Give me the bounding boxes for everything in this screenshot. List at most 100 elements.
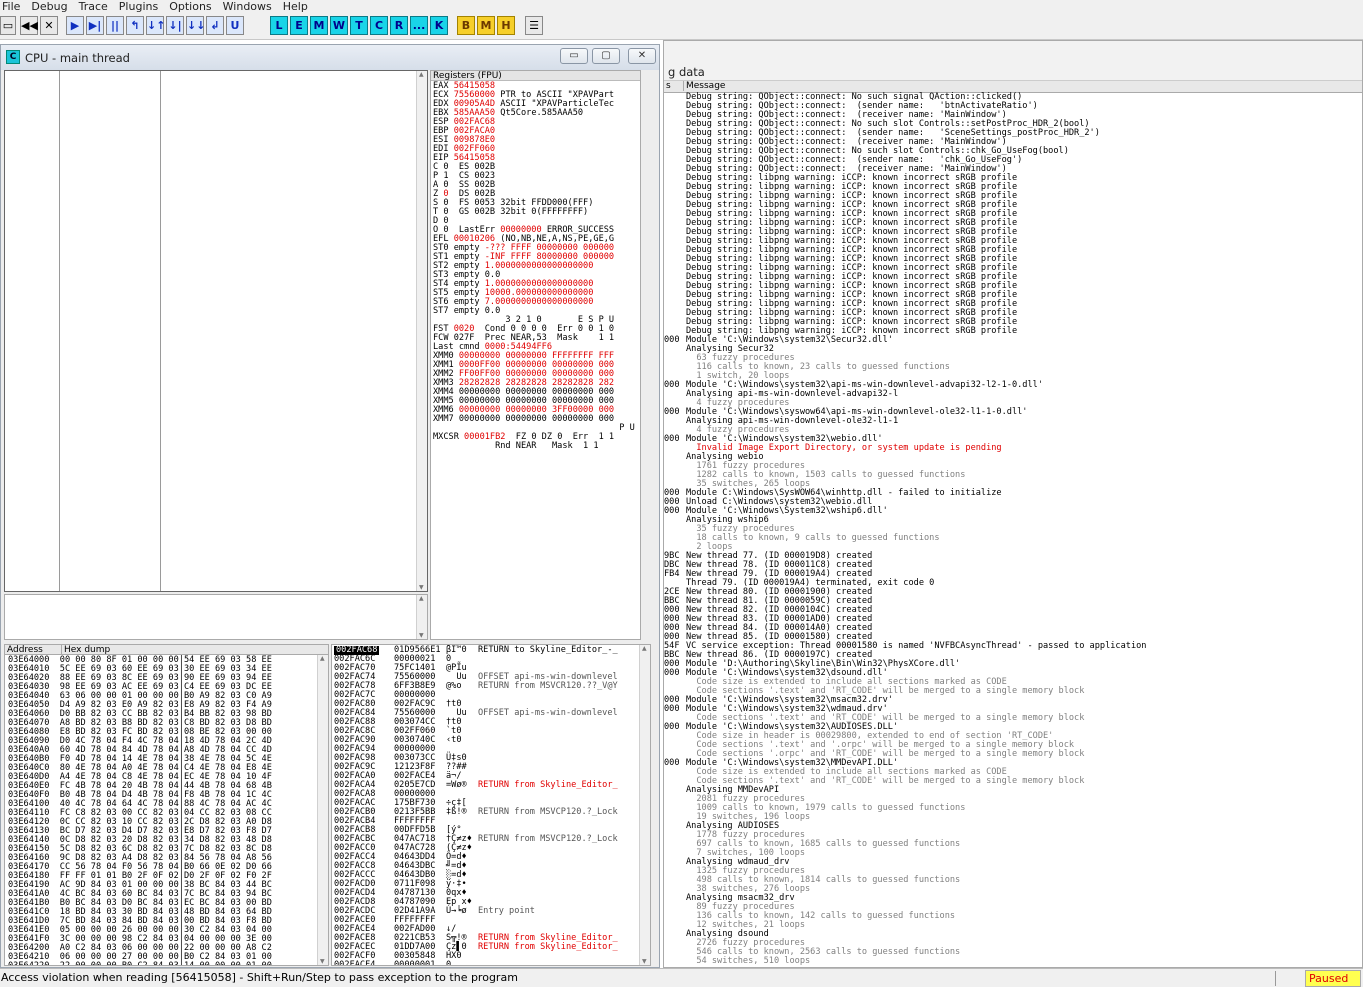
menu-plugins[interactable]: Plugins — [119, 1, 158, 12]
stack-row[interactable]: 002FAC94 00000000 — [334, 745, 650, 754]
log-message-header[interactable]: Message — [683, 81, 725, 91]
status-divider — [1275, 971, 1276, 986]
log-message: 54 switches, 510 loops — [686, 956, 811, 966]
pause-icon[interactable]: || — [106, 16, 124, 35]
stack-row[interactable]: 002FACF4 00000001 0 — [334, 961, 650, 966]
log-row[interactable]: 18 calls to known, 9 calls to guessed fu… — [664, 534, 1362, 543]
menu-debug[interactable]: Debug — [31, 1, 67, 12]
stack-row[interactable]: 002FACDC 02D41A9A Ú→╘ø Entry point — [334, 907, 650, 916]
call-stack-button[interactable]: K — [430, 16, 448, 35]
stack-row[interactable]: 002FACBC 047AC718 †Ç≠z♦ RETURN from MSVCP12… — [334, 835, 650, 844]
stack-value: 00000001 — [394, 960, 436, 966]
stack-ascii: =Wø® — [446, 780, 467, 790]
stack-comment: RETURN from MSVCP120.?_Lock — [478, 834, 618, 844]
minimize-button[interactable]: ▭ — [560, 48, 588, 64]
stack-comment: RETURN to Skyline_Editor_-_ — [478, 645, 618, 655]
log-address: 000 — [664, 758, 680, 768]
disassembly-scrollbar[interactable] — [416, 71, 427, 591]
log-row[interactable]: Invalid Image Export Directory, or syste… — [664, 444, 1362, 453]
stack-row[interactable]: 002FAC90 0030740C ‹t0 — [334, 736, 650, 745]
stack-row[interactable]: 002FACA8 00000000 — [334, 790, 650, 799]
menu-windows[interactable]: Windows — [223, 1, 272, 12]
execute-till-return-icon[interactable]: ↲ — [206, 16, 224, 35]
hex-column-header[interactable]: Hex dump — [61, 645, 110, 655]
menu-file[interactable]: File — [2, 1, 20, 12]
breakpoints-button[interactable]: B — [457, 16, 475, 35]
disassembly-pane[interactable] — [4, 70, 428, 592]
cpu-window-icon: C — [6, 50, 20, 64]
info-scrollbar[interactable] — [416, 595, 427, 639]
stack-comment: RETURN from MSVCR120.??_V@Y — [478, 681, 618, 691]
rewind-icon[interactable]: ◀◀ — [20, 16, 38, 35]
stack-scrollbar[interactable] — [639, 645, 650, 965]
registers-pane[interactable]: Registers (FPU) EAX 56415058 ECX 75560000… — [430, 70, 641, 640]
references-button[interactable]: R — [390, 16, 408, 35]
hardware-breakpoints-button[interactable]: H — [497, 16, 515, 35]
pause-step-icon[interactable]: ▶| — [86, 16, 104, 35]
hex-dump-pane[interactable]: Address Hex dump 03E64000 00 00 80 8F 01… — [4, 644, 329, 966]
stack-row[interactable]: 002FAC98 003073CC Ü‡s0 — [334, 754, 650, 763]
log-title-bar[interactable]: g data — [664, 41, 1362, 81]
open-icon[interactable]: ▭ — [0, 16, 16, 35]
stack-row[interactable]: 002FACB0 0213F5BB ‡ß!® RETURN from MSVCP120… — [334, 808, 650, 817]
stack-row[interactable]: 002FAC88 003074CC †t0 — [334, 718, 650, 727]
log-row[interactable]: 54 switches, 510 loops — [664, 957, 1362, 966]
threads-button[interactable]: T — [350, 16, 368, 35]
run-trace-button[interactable]: ... — [410, 16, 428, 35]
stack-comment: RETURN from Skyline_Editor_ — [478, 780, 618, 790]
stack-row[interactable]: 002FAC6C 00000021 0 — [334, 655, 650, 664]
log-address: 000 — [664, 434, 680, 444]
stack-row[interactable]: 002FACF0 00305848 HX0 — [334, 952, 650, 961]
stack-row[interactable]: 002FACEC 01DD7A00 Çz▌0 RETURN from Skyline_… — [334, 943, 650, 952]
memory-map-button[interactable]: M — [310, 16, 328, 35]
run-icon[interactable]: ▶ — [66, 16, 84, 35]
stack-row[interactable]: 002FACD4 04787130 0qx♦ — [334, 889, 650, 898]
stack-comment: Entry point — [478, 906, 535, 916]
hex-dump-body: 03E64000 00 00 80 8F 01 00 00 00|54 EE 6… — [5, 655, 328, 966]
log-window: g data s Message Debug string: QObject::… — [663, 40, 1363, 968]
cpu-title-bar[interactable]: C CPU - main thread ▭ ▢ ✕ — [1, 45, 659, 70]
close-button[interactable]: ✕ — [628, 48, 656, 64]
column-divider — [59, 71, 60, 591]
hex-row[interactable]: 03E64220 22 00 00 00 B0 C2 84 03|14 00 0… — [8, 962, 328, 966]
list-icon[interactable]: ☰ — [525, 16, 543, 35]
menu-help[interactable]: Help — [283, 1, 308, 12]
stack-row[interactable]: 002FACC4 04643DD4 Ô=d♦ — [334, 853, 650, 862]
stack-row[interactable]: 002FAC8C 002FF060 `t0 — [334, 727, 650, 736]
stack-row[interactable]: 002FAC84 75560000 Uu OFFSET api-ms-win-dow… — [334, 709, 650, 718]
stack-row[interactable]: 002FACB4 FFFFFFFF — [334, 817, 650, 826]
stack-row[interactable]: 002FAC9C 12123F8F ??## — [334, 763, 650, 772]
menu-options[interactable]: Options — [169, 1, 211, 12]
windows-list-button[interactable]: W — [330, 16, 348, 35]
stack-row[interactable]: 002FACD0 0711F098 ÿ·‡• — [334, 880, 650, 889]
stack-row[interactable]: 002FACC8 04643DBC ╝=d♦ — [334, 862, 650, 871]
log-address: 000 — [664, 380, 680, 390]
hex-address: 03E64220 — [8, 961, 50, 966]
step-into-icon[interactable]: ↰ — [126, 16, 144, 35]
memory-breakpoints-button[interactable]: M — [477, 16, 495, 35]
stack-row[interactable]: 002FAC7C 00000000 — [334, 691, 650, 700]
close-debuggee-icon[interactable]: ✕ — [40, 16, 58, 35]
paused-badge: Paused — [1305, 970, 1361, 987]
stack-body: 002FAC68 01D9566E1 βĨ™0 RETURN to Skyline_E… — [332, 645, 650, 966]
menu-trace[interactable]: Trace — [79, 1, 108, 12]
cpu-button[interactable]: C — [370, 16, 388, 35]
stack-row[interactable]: 002FAC78 6FF3B8E9 @%o RETURN from MSVCR120.… — [334, 682, 650, 691]
log-address-header[interactable]: s — [666, 81, 671, 91]
stack-row[interactable]: 002FACCC 04643DB0 ░=d♦ — [334, 871, 650, 880]
stack-row[interactable]: 002FACE0 FFFFFFFF — [334, 916, 650, 925]
executable-modules-button[interactable]: E — [290, 16, 308, 35]
hex-scrollbar[interactable] — [317, 655, 328, 965]
trace-into-icon[interactable]: ↓| — [166, 16, 184, 35]
stack-row[interactable]: 002FACC0 047AC728 (Ç≠z♦ — [334, 844, 650, 853]
registers-header[interactable]: Registers (FPU) — [431, 71, 640, 81]
info-pane[interactable] — [4, 594, 428, 640]
stack-pane[interactable]: 002FAC68 01D9566E1 βĨ™0 RETURN to Skyline_E… — [331, 644, 651, 966]
address-column-header[interactable]: Address — [7, 645, 43, 655]
maximize-button[interactable]: ▢ — [592, 48, 620, 64]
stack-row[interactable]: 002FACA4 0205E7CD =Wø® RETURN from Skyline_… — [334, 781, 650, 790]
log-window-button[interactable]: L — [270, 16, 288, 35]
goto-user-code-icon[interactable]: U — [226, 16, 244, 35]
trace-over-icon[interactable]: ↓↓ — [186, 16, 205, 35]
step-over-icon[interactable]: ↓↑ — [146, 16, 165, 35]
